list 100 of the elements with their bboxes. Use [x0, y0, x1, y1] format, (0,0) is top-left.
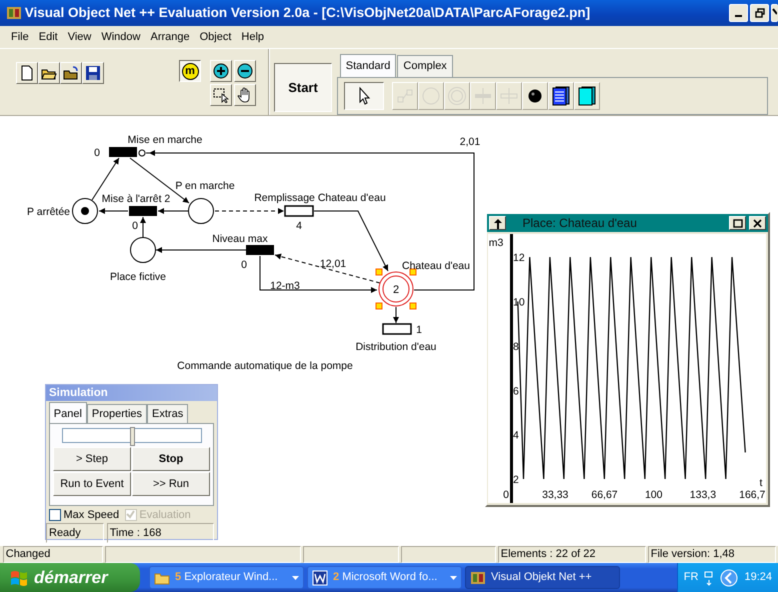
counter-label: 4: [296, 220, 302, 232]
arc-arrow: [140, 216, 146, 238]
axis-label: t: [760, 477, 762, 489]
zoom-in-button[interactable]: [210, 60, 232, 82]
sim-button[interactable]: >> Run: [132, 472, 210, 496]
node-label: Place fictive: [110, 271, 166, 283]
place-circle[interactable]: [72, 198, 98, 224]
minimize-button[interactable]: [729, 4, 748, 22]
selection-rect-icon: [213, 87, 229, 103]
tab[interactable]: Panel: [48, 402, 87, 424]
plot-window-title: Place: Chateau d'eau: [522, 215, 638, 232]
axis-tick-label: 12: [513, 252, 525, 264]
start-button[interactable]: démarrer: [0, 563, 140, 592]
counter-label: 1: [416, 324, 422, 336]
sim-button[interactable]: Run to Event: [53, 472, 131, 496]
place-circle[interactable]: [188, 198, 214, 224]
new-button[interactable]: [16, 62, 38, 84]
axis-tick-label: 33,33: [542, 489, 568, 501]
node-label: Mise en marche: [128, 134, 202, 146]
axis-tick-label: 4: [513, 430, 519, 442]
up-button[interactable]: [489, 216, 506, 230]
axis-label: m3: [488, 237, 504, 249]
sim-button[interactable]: Stop: [132, 447, 210, 472]
selection-handle[interactable]: [410, 302, 416, 310]
palette-tab[interactable]: Complex: [397, 55, 453, 76]
tab[interactable]: Properties: [86, 404, 148, 424]
checkmark-icon: [126, 510, 136, 520]
menu-item[interactable]: Object: [194, 28, 236, 46]
plus-circle-icon: [213, 63, 229, 79]
node-label: Distribution d'eau: [356, 341, 436, 353]
axis-tick-label: 66,67: [591, 489, 618, 501]
selection-handle[interactable]: [376, 268, 382, 276]
selection-handle[interactable]: [410, 268, 416, 276]
close-button[interactable]: [771, 4, 778, 22]
windows-flag-icon: [10, 570, 28, 586]
double-circle-icon: [447, 86, 467, 106]
tab[interactable]: Extras: [147, 404, 188, 424]
menu-item[interactable]: File: [6, 28, 34, 46]
menu-item[interactable]: Edit: [34, 28, 63, 46]
taskbar-button[interactable]: 5 Explorateur Wind...: [149, 566, 304, 589]
square-icon: [732, 218, 743, 228]
window-title: Simulation: [46, 385, 217, 401]
slider-thumb[interactable]: [130, 427, 134, 446]
pan-button[interactable]: [234, 84, 256, 106]
checkbox[interactable]: [48, 508, 61, 521]
place-circle[interactable]: [130, 237, 156, 263]
axis-tick-label: 133,3: [690, 489, 716, 501]
mode-button[interactable]: m: [179, 60, 201, 82]
box-icon: [577, 86, 597, 106]
restore-icon: [754, 8, 764, 18]
double-place-circle[interactable]: [378, 272, 414, 306]
axis-tick-label: 166,7: [739, 489, 766, 501]
axis-tick-label: 10: [513, 296, 525, 308]
maximize-button[interactable]: [729, 216, 746, 230]
transition-box[interactable]: [382, 323, 412, 335]
tray-icon[interactable]: [704, 570, 714, 586]
node-label: Niveau max: [212, 233, 268, 245]
close-button[interactable]: [749, 216, 766, 230]
minimize-icon: [735, 15, 742, 17]
counter-label: 0: [94, 147, 100, 159]
node-label: P en marche: [175, 180, 235, 192]
axis-tick-label: 100: [644, 489, 662, 501]
up-arrow-icon: [492, 218, 502, 228]
status-text: File version: 1,48: [648, 546, 776, 563]
sim-button[interactable]: > Step: [53, 447, 131, 472]
menu-item[interactable]: Window: [96, 28, 146, 46]
open-button[interactable]: [38, 62, 60, 84]
circle-icon: [421, 86, 441, 106]
menu-item[interactable]: View: [62, 28, 96, 46]
status-text: Time : 168: [106, 523, 214, 544]
speed-slider[interactable]: [62, 428, 202, 444]
status-text: Elements : 22 of 22: [498, 546, 646, 563]
transition-box[interactable]: [284, 205, 314, 217]
diagram-caption: Commande automatique de la pompe: [177, 360, 353, 372]
transition-bar-icon: [473, 86, 493, 106]
selection-handle[interactable]: [376, 302, 382, 310]
token-count: 2: [392, 284, 400, 296]
status-text: Ready: [46, 523, 104, 544]
node-label: Remplissage Chateau d'eau: [254, 192, 386, 204]
start-button[interactable]: Start: [274, 63, 332, 112]
menu-item[interactable]: Help: [236, 28, 270, 46]
save-button[interactable]: [82, 62, 104, 84]
menu-item[interactable]: Arrange: [145, 28, 195, 46]
arc-label: 12,01: [320, 258, 346, 270]
app-icon: [6, 5, 22, 21]
page-icon: [19, 65, 35, 81]
arc-arrow: [158, 208, 188, 214]
axis-tick-label: 8: [513, 340, 519, 353]
palette-tab[interactable]: Standard: [340, 54, 396, 76]
taskbar-button[interactable]: 2 Microsoft Word fo...: [307, 566, 462, 589]
select-area-button[interactable]: [210, 84, 232, 106]
caret-icon: [450, 576, 457, 580]
list-icon: [551, 86, 571, 106]
counter-label: 0: [241, 259, 247, 271]
folder-button[interactable]: [60, 62, 82, 84]
tool-button[interactable]: [344, 82, 384, 110]
taskbar-button[interactable]: Visual Objekt Net ++: [465, 566, 620, 589]
zoom-out-button[interactable]: [234, 60, 256, 82]
arc-arrow: [214, 208, 284, 214]
restore-button[interactable]: [750, 4, 769, 22]
